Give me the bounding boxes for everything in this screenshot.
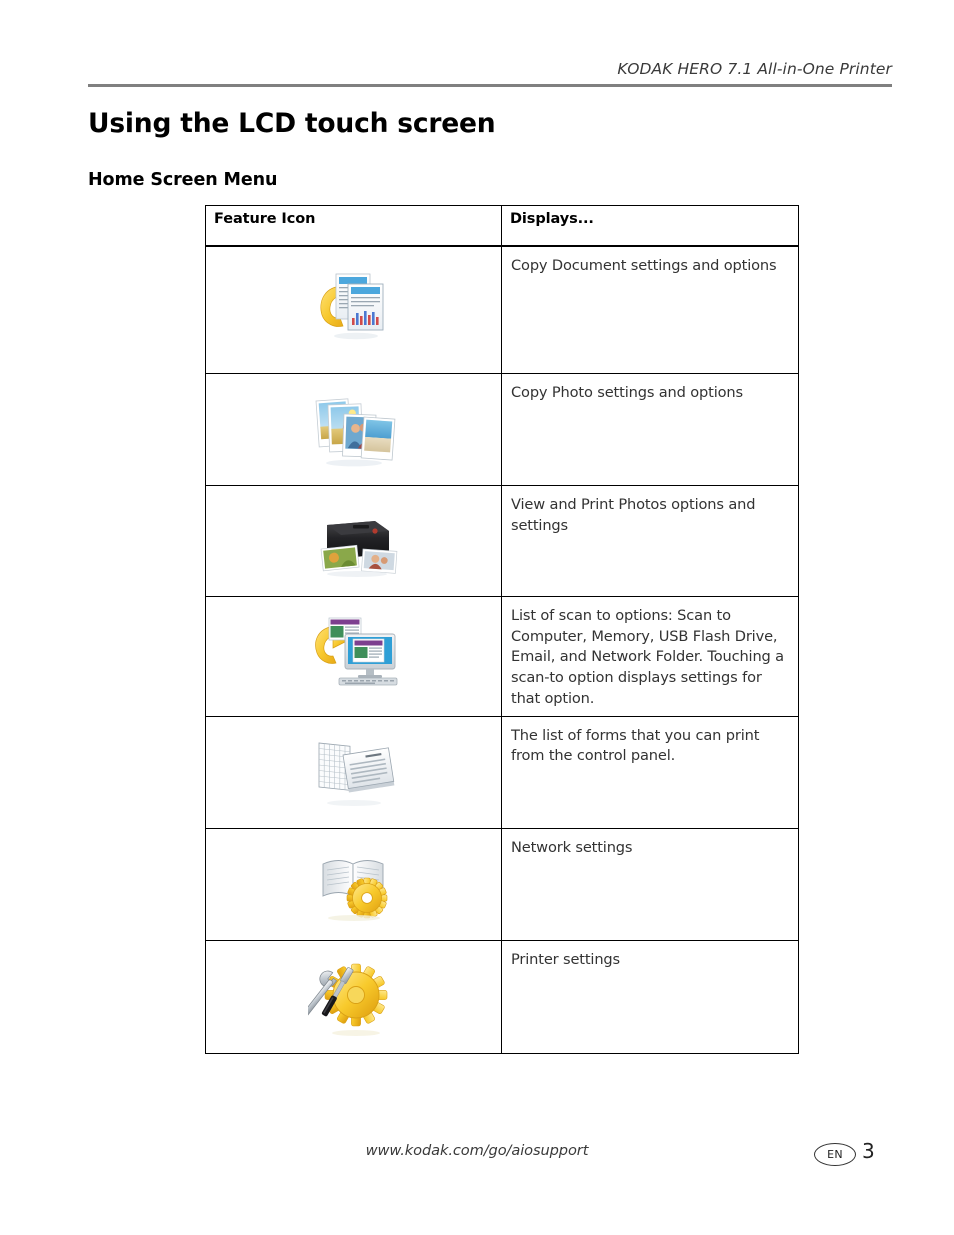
header-rule — [88, 84, 892, 87]
description-cell: Printer settings — [501, 939, 799, 1054]
feature-icon-cell — [205, 596, 502, 717]
column-header-displays: Displays... — [501, 205, 799, 247]
view-and-print-photos-icon — [206, 486, 501, 596]
copy-document-icon — [206, 247, 501, 358]
feature-icon-cell — [205, 245, 502, 374]
description-text: Printer settings — [511, 950, 620, 968]
document-page: KODAK HERO 7.1 All-in-One Printer Using … — [0, 0, 954, 1235]
description-cell: View and Print Photos options and settin… — [501, 485, 799, 597]
table-row: List of scan to options: Scan to Compute… — [205, 596, 799, 717]
table-row: The list of forms that you can print fro… — [205, 715, 799, 829]
feature-icon-cell — [205, 827, 502, 941]
description-cell: The list of forms that you can print fro… — [501, 715, 799, 829]
table-row: Network settings — [205, 827, 799, 941]
feature-icon-cell — [205, 485, 502, 597]
description-text: View and Print Photos options and settin… — [511, 496, 756, 534]
home-screen-menu-table: Feature Icon Displays... Copy Document s… — [205, 205, 799, 1054]
feature-icon-cell — [205, 373, 502, 486]
description-text: Copy Document settings and options — [511, 257, 777, 274]
printer-settings-icon — [206, 941, 501, 1053]
forms-icon — [206, 717, 501, 828]
network-settings-icon — [206, 829, 501, 940]
table-row: Copy Document settings and options — [205, 245, 799, 374]
description-cell: Copy Document settings and options — [501, 245, 799, 374]
page-title: Using the LCD touch screen — [88, 108, 496, 139]
description-text: The list of forms that you can print fro… — [511, 726, 760, 765]
running-head-text: KODAK HERO 7.1 All-in-One Printer — [617, 60, 892, 78]
language-badge: EN — [814, 1143, 856, 1166]
table-row: Printer settings — [205, 939, 799, 1054]
table-row: Copy Photo settings and options — [205, 373, 799, 486]
page-number: 3 — [862, 1139, 875, 1163]
column-header-feature-icon: Feature Icon — [205, 205, 502, 247]
description-cell: Network settings — [501, 827, 799, 941]
section-subtitle: Home Screen Menu — [88, 170, 278, 190]
copy-photo-icon — [206, 374, 501, 485]
running-head: KODAK HERO 7.1 All-in-One Printer — [88, 60, 892, 79]
feature-icon-cell — [205, 715, 502, 829]
description-cell: List of scan to options: Scan to Compute… — [501, 596, 799, 717]
description-text: Network settings — [511, 838, 633, 856]
table-row: View and Print Photos options and settin… — [205, 485, 799, 597]
scan-icon — [206, 597, 501, 707]
feature-icon-cell — [205, 939, 502, 1054]
description-cell: Copy Photo settings and options — [501, 373, 799, 486]
language-badge-label: EN — [827, 1148, 843, 1161]
description-text: List of scan to options: Scan to Compute… — [511, 607, 784, 707]
table-header-row: Feature Icon Displays... — [205, 205, 799, 247]
description-text: Copy Photo settings and options — [511, 384, 743, 401]
footer-url[interactable]: www.kodak.com/go/aiosupport — [0, 1142, 954, 1159]
